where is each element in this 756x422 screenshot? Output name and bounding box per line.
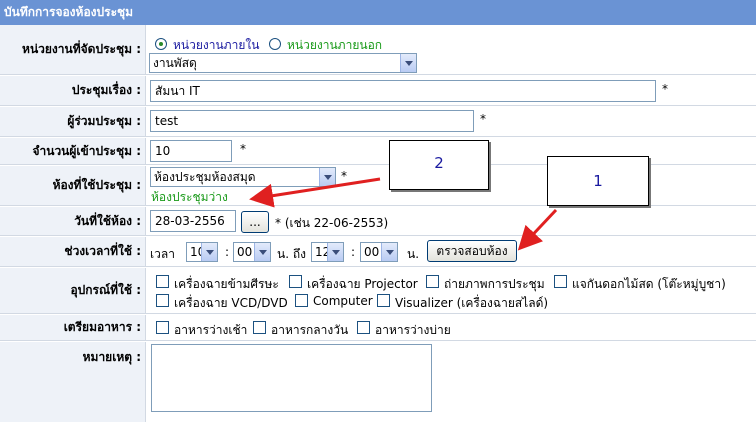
annotation-arrows [249,177,558,251]
arrow-to-check-button [517,208,558,251]
arrow-to-room-status [249,177,381,208]
